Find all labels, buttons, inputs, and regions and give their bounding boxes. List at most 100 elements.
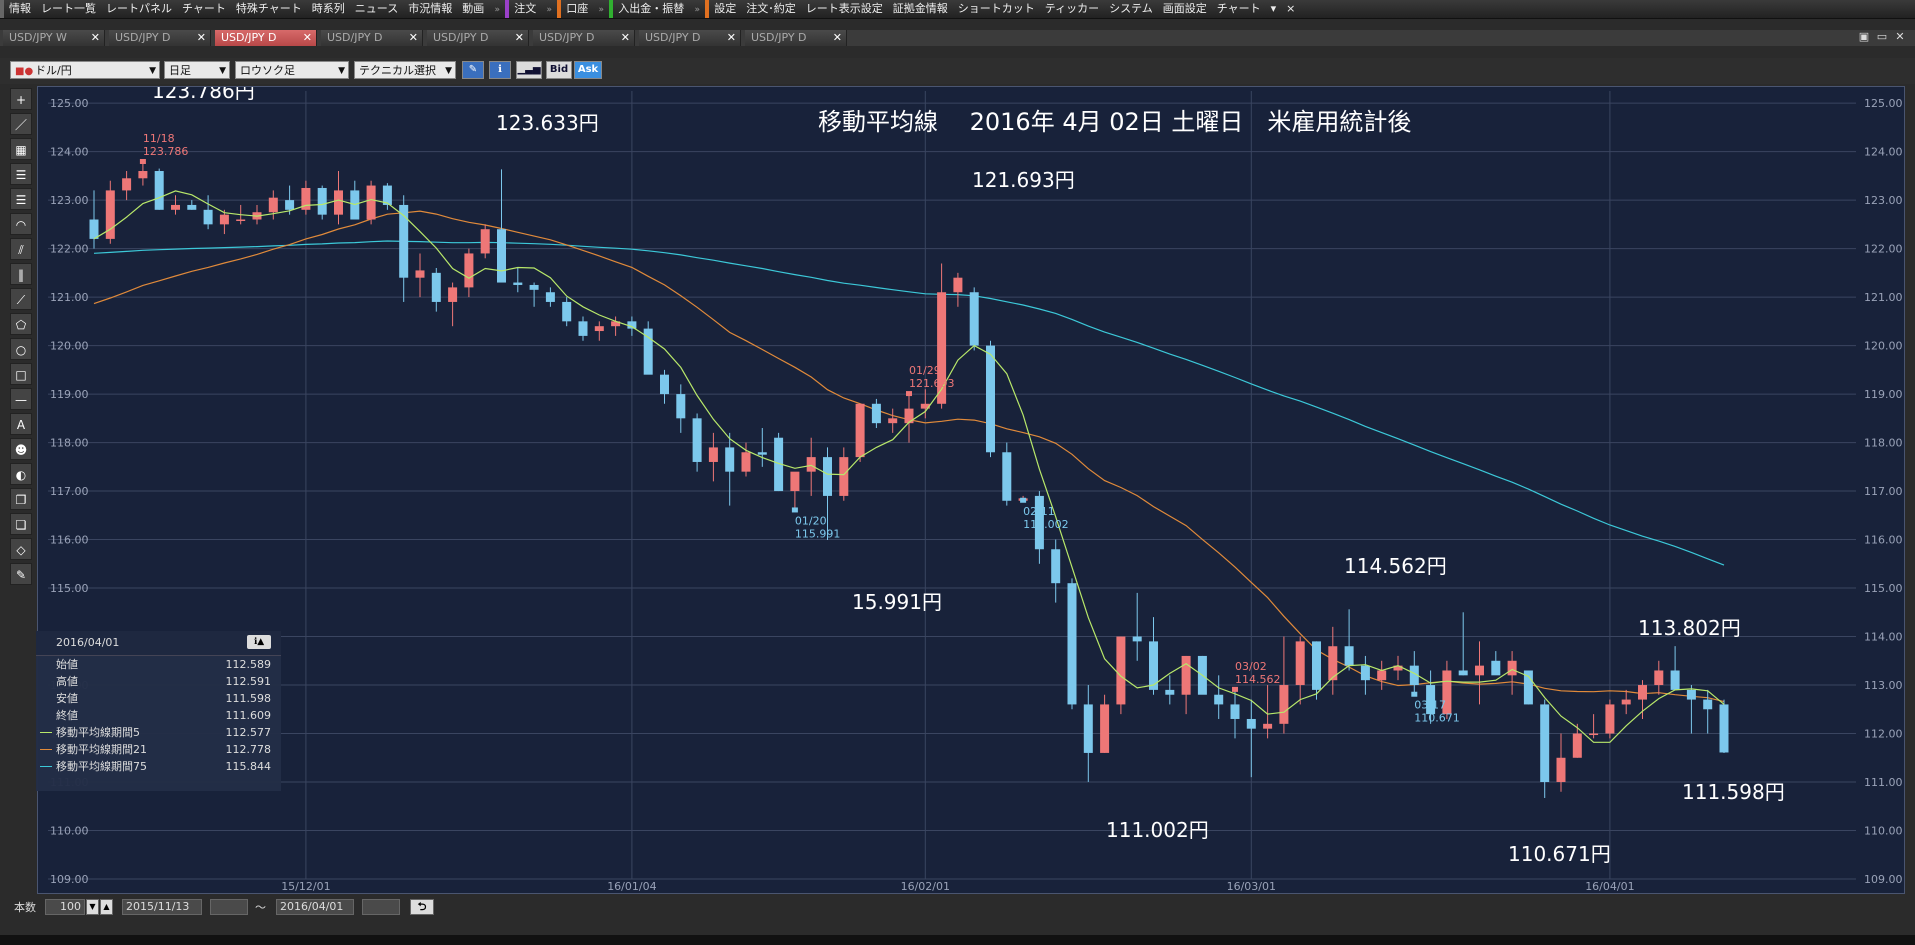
chart-type-select[interactable]: ロウソク足 ▼ [235,61,349,79]
candle-body [480,229,490,254]
technical-select[interactable]: テクニカル選択 ▼ [354,61,456,79]
candle-body [366,185,376,220]
menu-item[interactable]: 画面設定 [1158,0,1212,18]
symbol-select[interactable]: ■● ドル/円 ▼ [10,61,160,79]
pencil-icon[interactable]: ✎ [462,61,484,79]
menu-item[interactable]: 情報 [0,0,36,18]
vlines-icon[interactable]: ‖ [10,263,32,285]
menu-item[interactable]: 注文･約定 [741,0,801,18]
candle-body [529,284,539,290]
menu-item[interactable]: 口座 [557,0,593,18]
close-icon[interactable]: × [1281,0,1300,18]
tab-close-icon[interactable]: ✕ [409,30,418,46]
chart-shape-icon[interactable]: ▁▃▅ [516,61,542,79]
menu-item[interactable]: ティッカー [1040,0,1104,18]
line-icon[interactable]: ／ [10,113,32,135]
down-arrow-icon[interactable]: ▼ [86,899,99,915]
pentagon-icon[interactable]: ⬠ [10,313,32,335]
candle-body [1638,685,1647,700]
menu-item[interactable]: 設定 [705,0,741,18]
tab-usdjpy[interactable]: USD/JPY W ✕ [3,30,105,46]
ask-button[interactable]: Ask [574,61,602,79]
info-collapse-icon[interactable]: ℹ▲ [247,635,271,649]
tab-usdjpy[interactable]: USD/JPY D ✕ [745,30,847,46]
menu-item[interactable]: 入出金・振替 [609,0,689,18]
bid-button[interactable]: Bid [546,61,572,79]
text-icon[interactable]: A [10,413,32,435]
settings-icon[interactable]: ✎ [10,563,32,585]
more-menu-icon[interactable]: ▾ [1266,0,1282,18]
menu-item[interactable]: ショートカット [953,0,1040,18]
x-tick-label: 16/03/01 [1227,880,1276,893]
tab-usdjpy[interactable]: USD/JPY D ✕ [321,30,423,46]
tab-close-icon[interactable]: ✕ [515,30,524,46]
channel-icon[interactable]: ⫽ [10,238,32,260]
info-value: 112.589 [225,658,272,671]
ruler-icon[interactable]: ▦ [10,138,32,160]
tab-usdjpy[interactable]: USD/JPY D ✕ [639,30,741,46]
chevron-right-icon[interactable]: » [541,1,557,19]
menu-item[interactable]: 動画 [457,0,489,18]
info-icon[interactable]: ℹ [489,61,511,79]
tab-close-icon[interactable]: ✕ [303,30,312,46]
candle-body [1491,660,1501,676]
tab-usdjpy[interactable]: USD/JPY D ✕ [427,30,529,46]
tab-close-icon[interactable]: ✕ [197,30,206,46]
menu-item[interactable]: ニュース [350,0,403,18]
candle-body [1572,733,1582,758]
close-icon[interactable]: ✕ [1891,30,1909,43]
menu-item[interactable]: チャート [1212,0,1266,18]
tab-usdjpy[interactable]: USD/JPY D ✕ [215,30,317,46]
restore-icon[interactable]: ▣ [1855,30,1873,43]
candle-body [219,214,229,225]
menu-item[interactable]: 市況情報 [403,0,457,18]
paste-icon[interactable]: ❏ [10,513,32,535]
menu-item[interactable]: 証拠金情報 [888,0,953,18]
circle-icon[interactable]: ○ [10,338,32,360]
menu-item[interactable]: レート一覧 [36,0,101,18]
paint-icon[interactable]: ◐ [10,463,32,485]
menu-item[interactable]: チャート [177,0,231,18]
stamp-icon[interactable]: ☻ [10,438,32,460]
multiline-icon[interactable]: ☰ [10,188,32,210]
y-tick-label-right: 112.00 [1864,728,1903,741]
up-arrow-icon[interactable]: ▲ [100,899,113,915]
tab-close-icon[interactable]: ✕ [833,30,842,46]
y-tick-label-left: 121.00 [50,291,89,304]
from-time-input[interactable] [210,899,248,915]
chevron-right-icon[interactable]: » [593,1,609,19]
to-time-input[interactable] [362,899,400,915]
tab-close-icon[interactable]: ✕ [91,30,100,46]
tab-usdjpy[interactable]: USD/JPY D ✕ [109,30,211,46]
menu-item[interactable]: レート表示設定 [801,0,888,18]
period-select[interactable]: 日足 ▼ [164,61,230,79]
to-date-input[interactable]: 2016/04/01 [276,899,354,915]
tab-usdjpy[interactable]: USD/JPY D ✕ [533,30,635,46]
tab-close-icon[interactable]: ✕ [727,30,736,46]
candle-body [171,204,180,210]
crosshair-icon[interactable]: + [10,88,32,110]
minimize-icon[interactable]: ▭ [1873,30,1891,43]
chevron-right-icon[interactable]: » [489,1,505,19]
hline-icon[interactable]: ☰ [10,163,32,185]
count-input[interactable]: 100 [45,899,85,915]
chart-annotation-title: 移動平均線 2016年 4月 02日 土曜日 米雇用統計後 [818,108,1411,136]
reset-icon[interactable]: ⮌ [410,899,434,915]
minus-icon[interactable]: — [10,388,32,410]
chart-area[interactable]: 109.00109.00110.00110.00111.00111.00112.… [37,79,1905,894]
copy-icon[interactable]: ❐ [10,488,32,510]
menu-item[interactable]: システム [1104,0,1158,18]
chevron-right-icon[interactable]: » [689,1,705,19]
from-date-input[interactable]: 2015/11/13 [122,899,202,915]
rect-icon[interactable]: □ [10,363,32,385]
fan-icon[interactable]: ◠ [10,213,32,235]
menu-item[interactable]: 特殊チャート [231,0,307,18]
menu-item[interactable]: 注文 [505,0,541,18]
menu-item[interactable]: レートパネル [101,0,177,18]
chevron-down-icon: ▼ [445,66,452,76]
tab-close-icon[interactable]: ✕ [621,30,630,46]
pen-icon[interactable]: ⟋ [10,288,32,310]
eraser-icon[interactable]: ◇ [10,538,32,560]
menu-item[interactable]: 時系列 [307,0,350,18]
y-tick-label-left: 115.00 [50,582,89,595]
